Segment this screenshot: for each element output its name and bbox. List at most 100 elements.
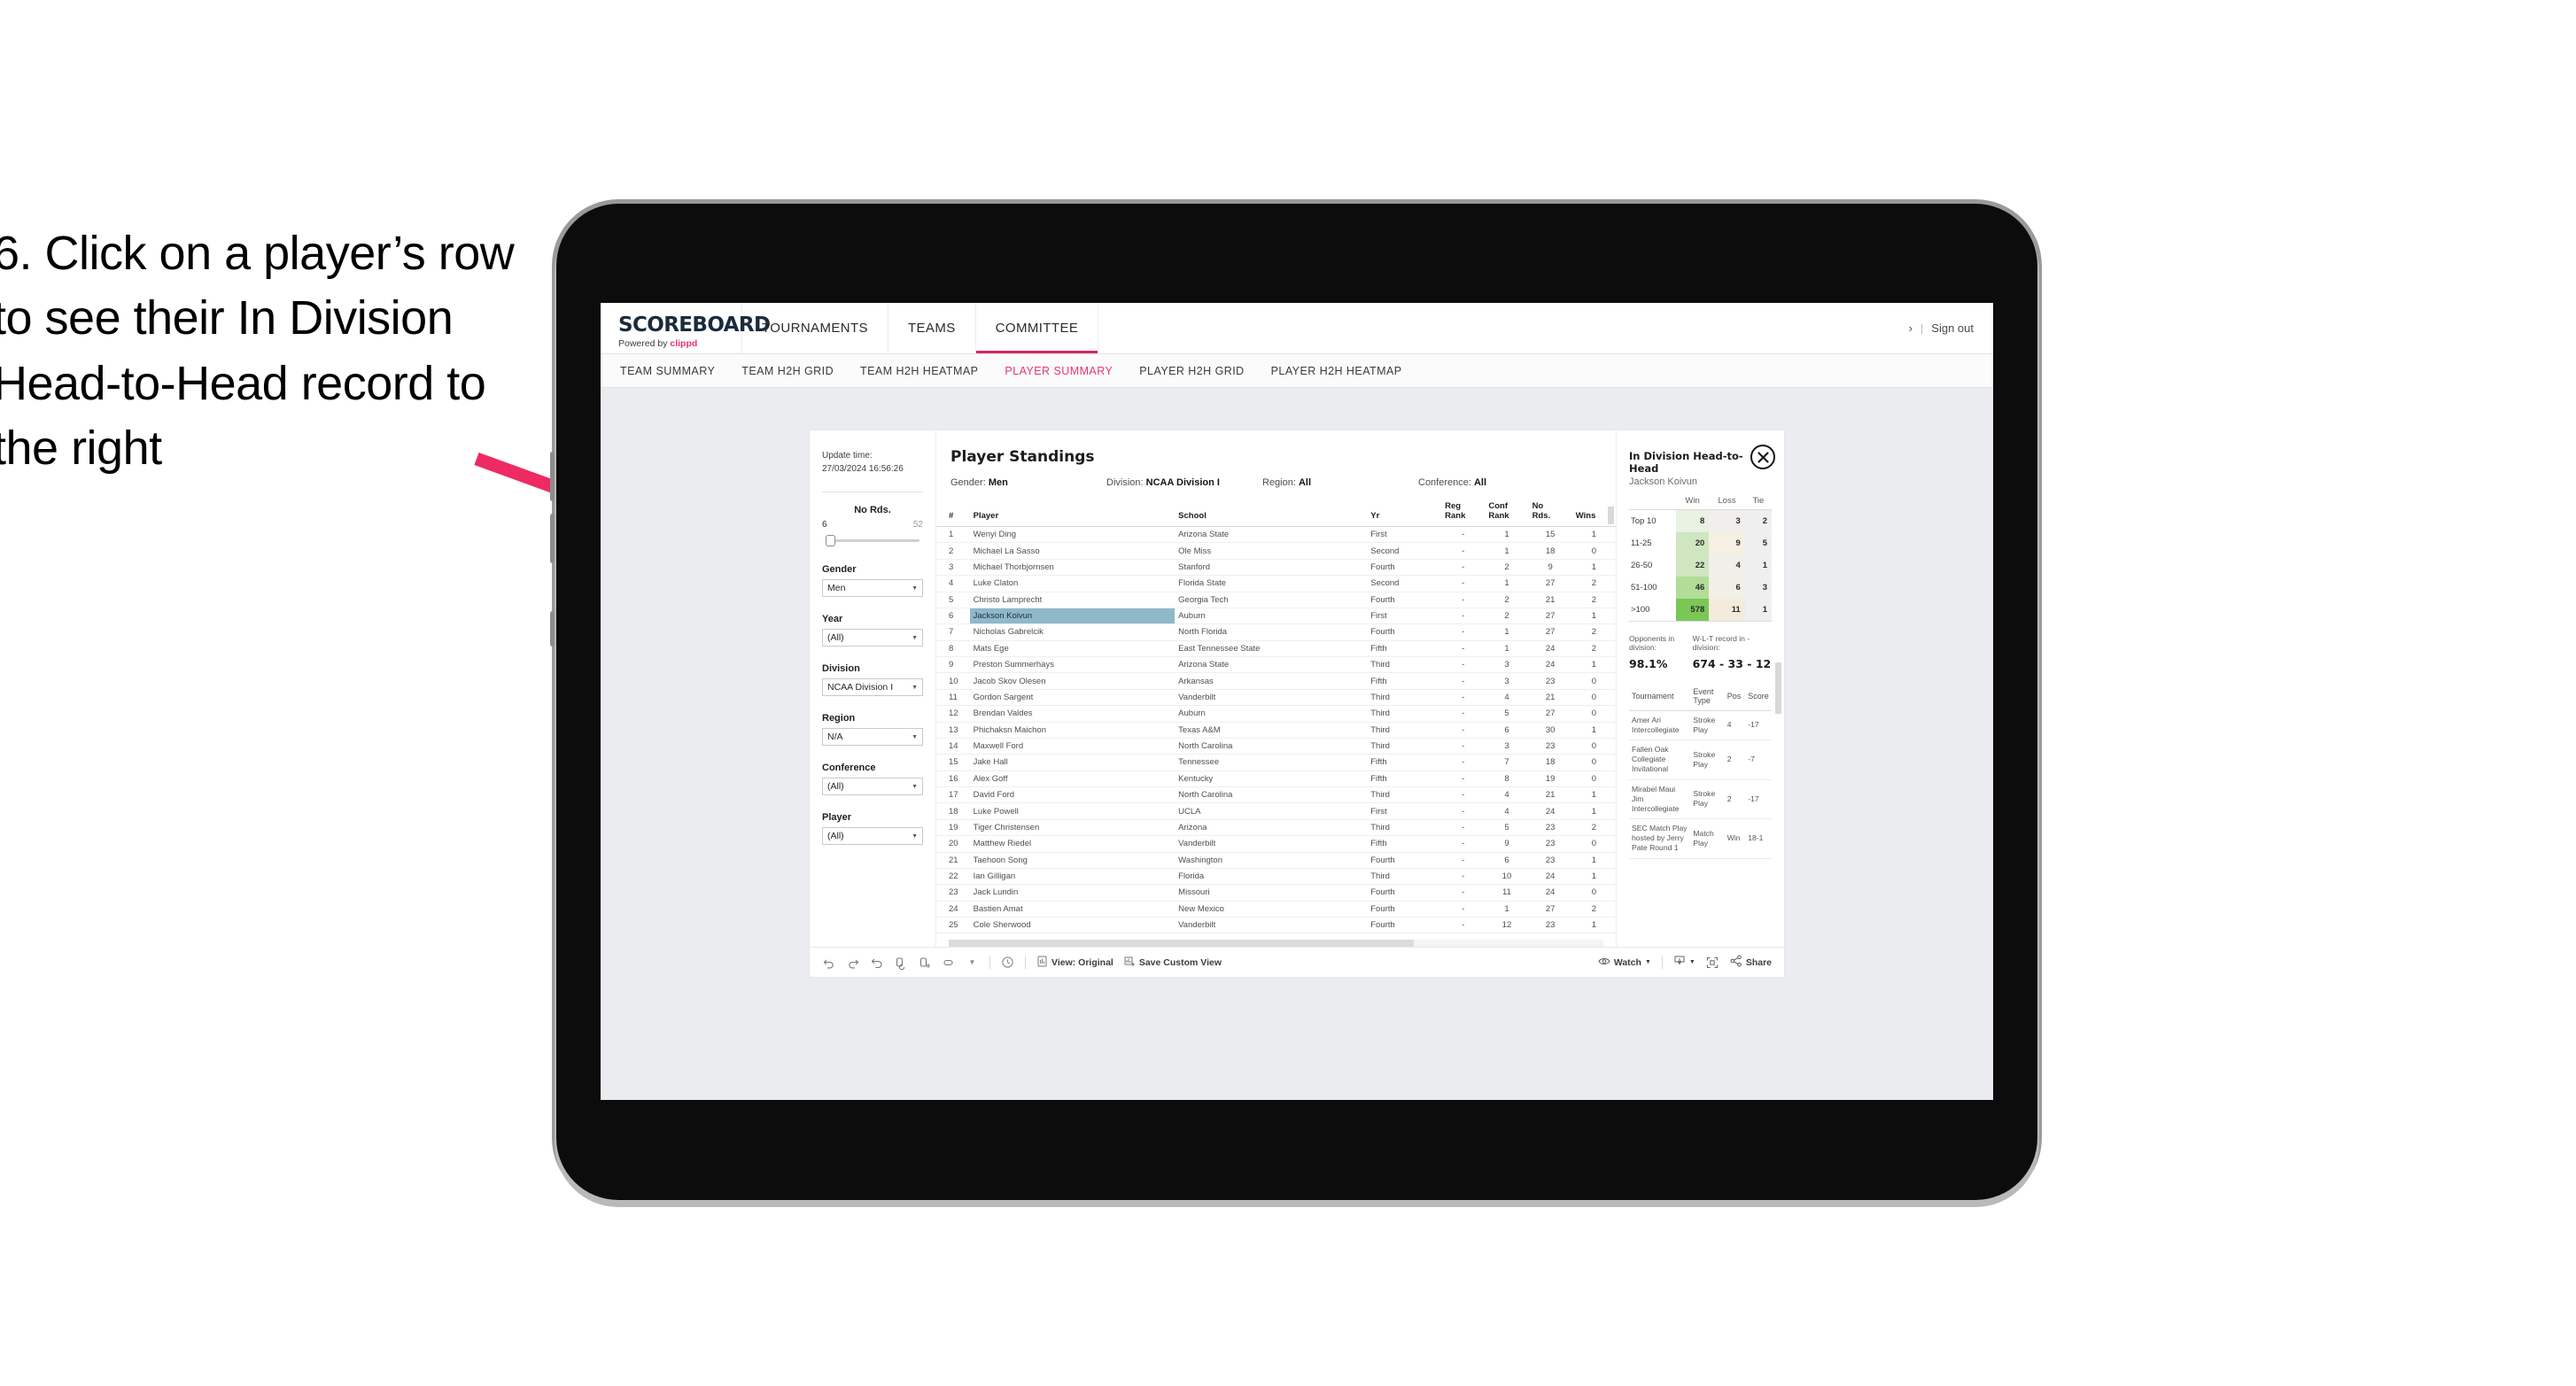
tab-team-h2h-heatmap[interactable]: TEAM H2H HEATMAP [860,365,978,377]
table-row[interactable]: 8 Mats Ege East Tennessee State Fifth -1 24 2 [936,640,1616,658]
table-row[interactable]: 1 Wenyi Ding Arizona State First -1 15 1 [936,526,1616,544]
col-yr[interactable]: Yr [1367,499,1442,527]
table-row[interactable]: 15 Jake Hall Tennessee Fifth -7 18 0 [936,754,1616,771]
table-row[interactable]: 24 Bastien Amat New Mexico Fourth -1 27 2 [936,901,1616,918]
volume-up-button[interactable] [550,452,555,501]
share-button[interactable]: Share [1730,955,1772,970]
cell-school: Auburn [1175,705,1368,723]
app-logo[interactable]: SCOREBOARD Powered by clippd [601,303,771,353]
cell-no-rds: 21 [1528,689,1572,707]
tab-player-h2h-grid[interactable]: PLAYER H2H GRID [1139,365,1244,377]
col-conf-rank[interactable]: Conf Rank [1485,499,1529,527]
redo-icon[interactable] [846,956,859,969]
save-custom-view-button[interactable]: Save Custom View [1124,956,1222,970]
table-row[interactable]: 20 Matthew Riedel Vanderbilt Fifth -9 23 0 [936,835,1616,853]
table-row[interactable]: 3 Michael Thorbjornsen Stanford Fourth -2 9 1 [936,559,1616,577]
cell-player: Ian Gilligan [969,868,1175,886]
table-row[interactable]: 13 Phichaksn Maichon Texas A&M Third -6 30 1 [936,722,1616,739]
revert-icon[interactable] [870,956,883,969]
table-row[interactable]: 12 Brendan Valdes Auburn Third -5 27 0 [936,705,1616,723]
cell-score: -7 [1745,739,1772,780]
view-original-label: View: Original [1051,956,1113,968]
cell-wins: 1 [1571,559,1616,577]
table-row[interactable]: 9 Preston Summerhays Arizona State Third -3 2… [936,656,1616,674]
highlight-icon[interactable] [942,956,955,969]
cell-rank: 14 [936,738,970,755]
table-row[interactable]: 22 Ian Gilligan Florida Third -10 24 1 [936,868,1616,886]
undo-icon[interactable] [822,956,835,969]
no-rds-slider[interactable] [822,533,923,547]
cell-wins: 1 [1571,722,1616,739]
cell-wins: 1 [1571,917,1616,934]
table-row[interactable]: 17 David Ford North Carolina Third -4 21 1 [936,786,1616,804]
table-row[interactable]: 7 Nicholas Gabrelcik North Florida Fourth -1… [936,623,1616,641]
cell-school: Vanderbilt [1175,917,1368,934]
gender-select[interactable]: Men ▼ [822,579,923,597]
cell-school: Kentucky [1175,770,1368,788]
nav-teams[interactable]: TEAMS [888,303,976,353]
cell-conf-rank: 6 [1485,722,1529,739]
clock-icon[interactable] [1001,956,1014,969]
col-school[interactable]: School [1175,499,1368,527]
region-select[interactable]: N/A ▼ [822,728,923,746]
col-player[interactable]: Player [969,499,1175,527]
table-header: # Player School Yr Reg Rank Conf Rank No Rd… [936,499,1616,527]
cell-school: UCLA [1175,802,1368,820]
sign-out-link[interactable]: Sign out [1931,321,1974,335]
table-row[interactable]: 23 Jack Lundin Missouri Fourth -11 24 0 [936,884,1616,902]
tab-player-summary[interactable]: PLAYER SUMMARY [1005,365,1113,377]
nav-tournaments[interactable]: TOURNAMENTS [742,303,888,353]
col-score: Score [1745,683,1772,711]
table-row[interactable]: 14 Maxwell Ford North Carolina Third -3 23 0 [936,738,1616,755]
cell-reg-rank: - [1441,770,1486,788]
cell-event-type: Stroke Play [1690,779,1725,820]
year-select[interactable]: (All) ▼ [822,629,923,647]
table-row[interactable]: 21 Taehoon Song Washington Fourth -6 23 1 [936,852,1616,869]
table-row[interactable]: 18 Luke Powell UCLA First -4 24 1 [936,802,1616,820]
table-row[interactable]: 4 Luke Claton Florida State Second -1 27 2 [936,575,1616,592]
tournament-scrollbar-thumb[interactable] [1775,662,1781,714]
cell-reg-rank: - [1441,689,1486,707]
pause-updates-icon[interactable] [918,956,931,969]
tournament-row: SEC Match Play hosted by Jerry Pate Roun… [1629,818,1772,859]
slider-handle[interactable] [826,535,835,546]
view-original-button[interactable]: View: Original [1036,956,1113,970]
power-button[interactable] [550,611,555,647]
close-icon[interactable] [1750,445,1775,469]
refresh-data-icon[interactable] [894,956,907,971]
vertical-scrollbar-thumb[interactable] [1608,507,1614,524]
table-row[interactable]: 11 Gordon Sargent Vanderbilt Third -4 21 0 [936,689,1616,707]
col-rank[interactable]: # [936,499,970,527]
table-row[interactable]: 6 Jackson Koivun Auburn First -2 27 1 [936,608,1616,625]
division-select[interactable]: NCAA Division I ▼ [822,678,923,696]
cell-no-rds: 23 [1528,917,1572,934]
download-button[interactable]: ▼ [1673,955,1695,970]
nav-committee[interactable]: COMMITTEE [976,303,1099,353]
chevron-down-icon[interactable]: ▼ [966,956,979,969]
conference-select[interactable]: (All) ▼ [822,778,923,795]
tab-team-h2h-grid[interactable]: TEAM H2H GRID [741,365,834,377]
toolbar-divider-3 [1661,956,1663,970]
table-row[interactable]: 10 Jacob Skov Olesen Arkansas Fifth -3 23 0 [936,672,1616,690]
cell-no-rds: 21 [1528,786,1572,804]
table-row[interactable]: 25 Cole Sherwood Vanderbilt Fourth -12 23 1 [936,917,1616,934]
horizontal-scrollbar[interactable] [949,940,1603,948]
player-select[interactable]: (All) ▼ [822,827,923,845]
table-row[interactable]: 5 Christo Lamprecht Georgia Tech Fourth -2 21… [936,592,1616,608]
table-row[interactable]: 16 Alex Goff Kentucky Fifth -8 19 0 [936,770,1616,788]
watch-button[interactable]: Watch ▼ [1598,956,1651,969]
volume-down-button[interactable] [550,514,555,563]
tournament-body: Amer Ari Intercollegiate Stroke Play 4 -17 F… [1629,710,1772,859]
cell-player: Phichaksn Maichon [969,722,1175,739]
col-no-rds[interactable]: No Rds. [1528,499,1572,527]
account-chevron-icon[interactable]: › [1909,321,1913,335]
tab-player-h2h-heatmap[interactable]: PLAYER H2H HEATMAP [1271,365,1402,377]
cell-player: Bastien Amat [969,901,1175,918]
horizontal-scrollbar-thumb[interactable] [949,940,1414,948]
col-reg-rank[interactable]: Reg Rank [1441,499,1486,527]
table-row[interactable]: 19 Tiger Christensen Arizona Third -5 23 2 [936,819,1616,837]
cell-player: Jack Lundin [969,884,1175,902]
tab-team-summary[interactable]: TEAM SUMMARY [620,365,715,377]
fullscreen-icon[interactable] [1706,956,1719,969]
table-row[interactable]: 2 Michael La Sasso Ole Miss Second -1 18 0 [936,542,1616,560]
